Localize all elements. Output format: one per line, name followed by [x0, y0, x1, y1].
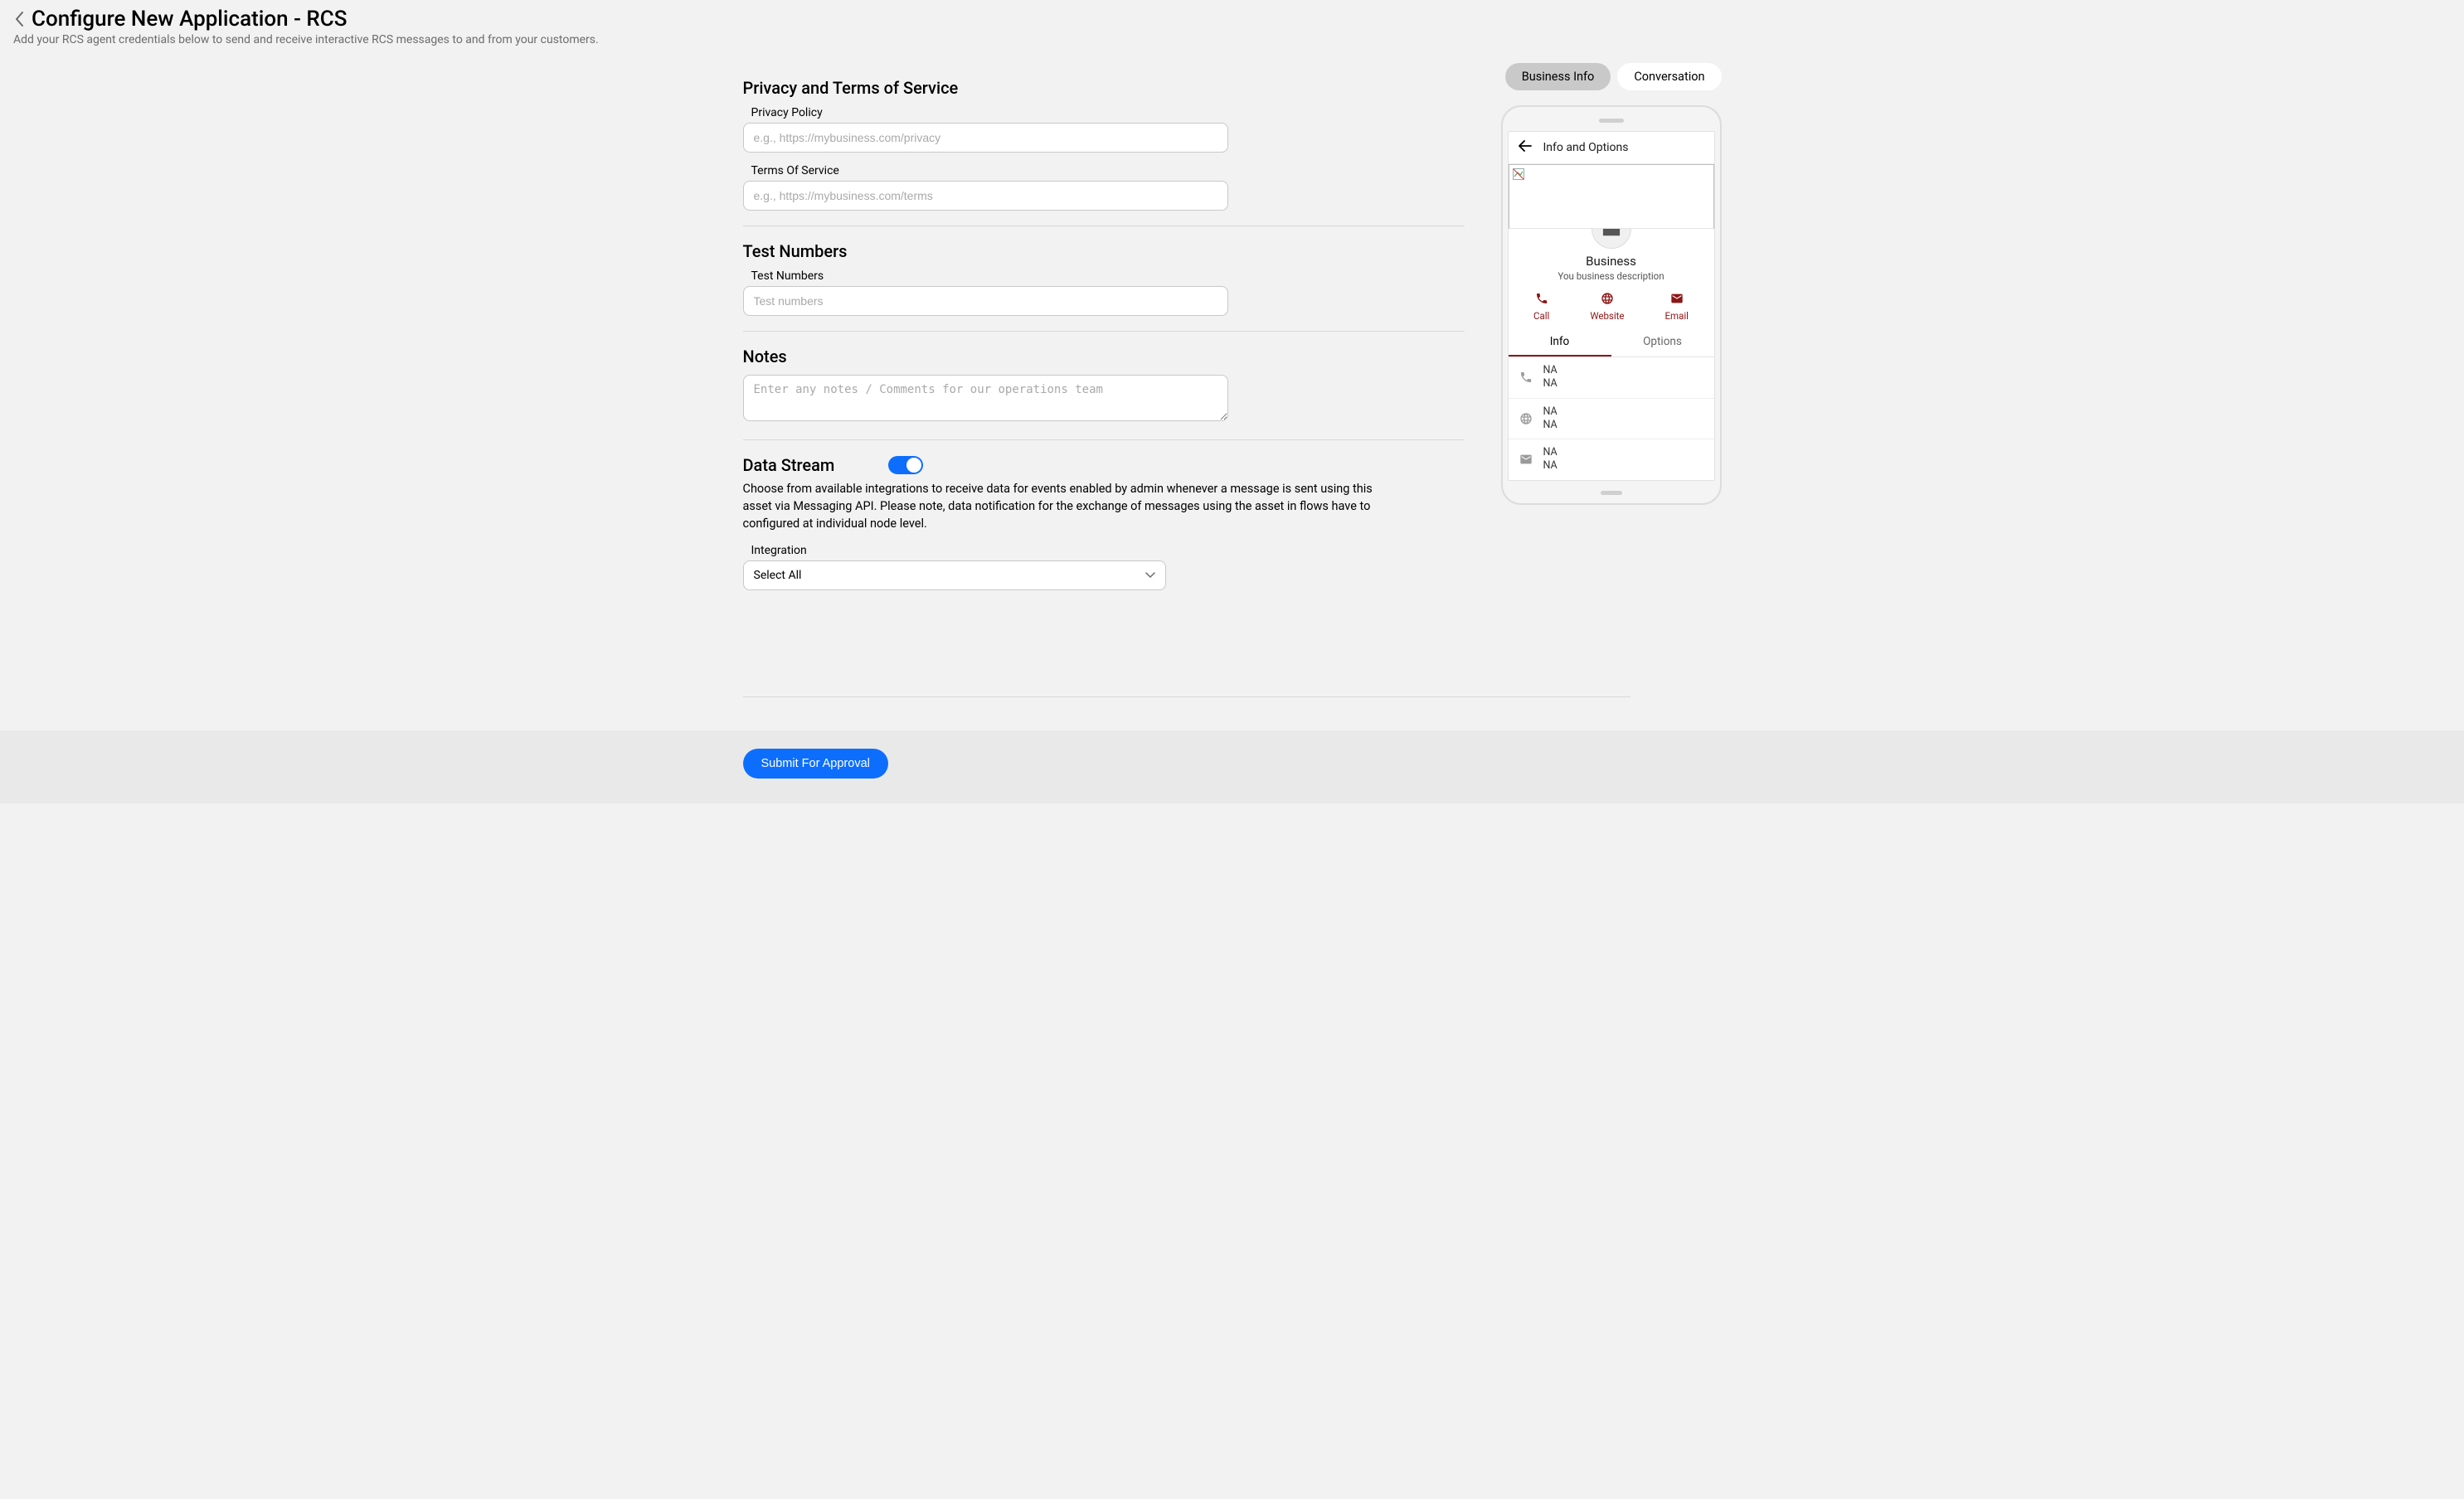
- info-phone-line1: NA: [1543, 364, 1558, 377]
- phone-icon: [1535, 292, 1548, 308]
- back-chevron-icon[interactable]: [13, 9, 27, 29]
- phone-back-arrow-icon[interactable]: [1519, 140, 1532, 155]
- phone-icon: [1519, 371, 1533, 384]
- info-web-line2: NA: [1543, 419, 1558, 432]
- data-stream-description: Choose from available integrations to re…: [743, 480, 1390, 532]
- label-integration: Integration: [743, 544, 1465, 557]
- email-icon: [1670, 292, 1684, 308]
- phone-header-title: Info and Options: [1543, 141, 1629, 154]
- sub-tab-info[interactable]: Info: [1509, 328, 1611, 357]
- tab-conversation[interactable]: Conversation: [1617, 63, 1721, 90]
- tab-business-info[interactable]: Business Info: [1505, 63, 1611, 90]
- section-title-privacy: Privacy and Terms of Service: [743, 78, 1465, 98]
- globe-icon: [1601, 292, 1614, 308]
- sub-tab-options[interactable]: Options: [1611, 328, 1714, 357]
- phone-speaker: [1599, 119, 1624, 123]
- label-test-numbers: Test Numbers: [743, 269, 1465, 283]
- action-email[interactable]: Email: [1665, 292, 1688, 322]
- privacy-policy-input[interactable]: [743, 123, 1228, 153]
- section-title-notes: Notes: [743, 347, 1465, 366]
- test-numbers-input[interactable]: [743, 286, 1228, 316]
- submit-for-approval-button[interactable]: Submit For Approval: [743, 749, 888, 779]
- action-call[interactable]: Call: [1533, 292, 1549, 322]
- page-subtitle: Add your RCS agent credentials below to …: [13, 33, 2451, 46]
- section-title-test-numbers: Test Numbers: [743, 241, 1465, 261]
- action-call-label: Call: [1533, 310, 1549, 322]
- integration-select-value: Select All: [754, 569, 802, 582]
- action-website-label: Website: [1590, 310, 1624, 322]
- info-row-phone: NA NA: [1509, 357, 1714, 399]
- terms-input[interactable]: [743, 181, 1228, 211]
- email-icon: [1519, 453, 1533, 466]
- action-email-label: Email: [1665, 310, 1688, 322]
- info-row-web: NA NA: [1509, 399, 1714, 440]
- business-name: Business: [1509, 254, 1714, 269]
- data-stream-toggle[interactable]: [888, 456, 923, 474]
- info-phone-line2: NA: [1543, 377, 1558, 391]
- page-title: Configure New Application - RCS: [32, 7, 347, 32]
- info-email-line1: NA: [1543, 446, 1558, 459]
- business-description: You business description: [1509, 270, 1714, 282]
- label-terms: Terms Of Service: [743, 164, 1465, 177]
- phone-preview: Info and Options Business: [1501, 105, 1722, 505]
- globe-icon: [1519, 412, 1533, 425]
- phone-home-bar: [1601, 491, 1622, 495]
- label-privacy-policy: Privacy Policy: [743, 106, 1465, 119]
- action-website[interactable]: Website: [1590, 292, 1624, 322]
- info-web-line1: NA: [1543, 405, 1558, 419]
- chevron-down-icon: [1145, 569, 1155, 582]
- broken-image-icon: [1513, 168, 1524, 180]
- integration-select[interactable]: Select All: [743, 560, 1166, 590]
- info-row-email: NA NA: [1509, 439, 1714, 480]
- notes-textarea[interactable]: [743, 375, 1228, 421]
- section-title-data-stream: Data Stream: [743, 455, 835, 475]
- info-email-line2: NA: [1543, 459, 1558, 473]
